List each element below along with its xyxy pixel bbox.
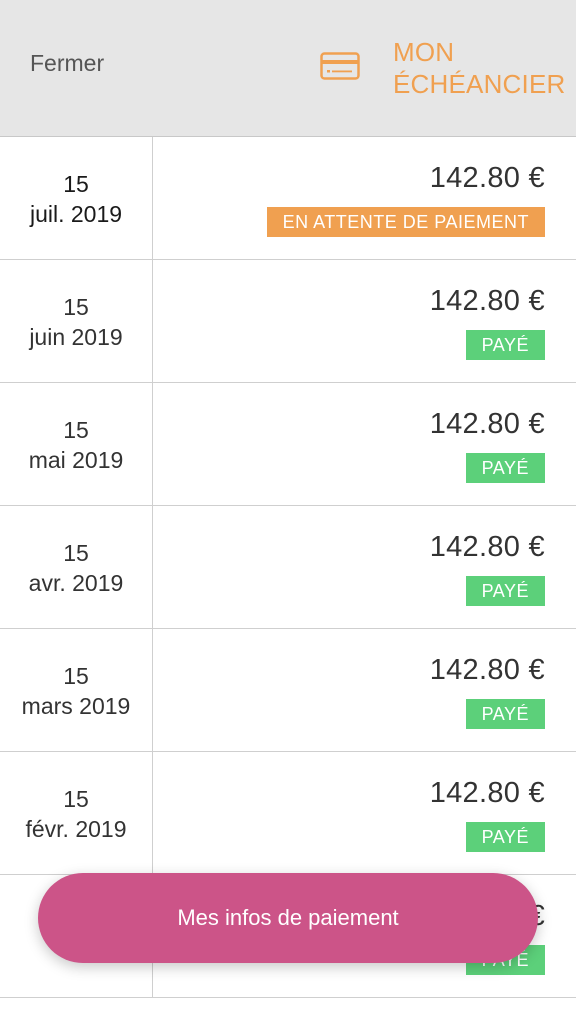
payment-date-month: juil. 2019 <box>29 201 123 227</box>
payment-date-month: févr. 2019 <box>25 816 127 842</box>
payment-amount: 142.80 € <box>429 777 545 809</box>
payment-date-day: 15 <box>63 786 89 812</box>
page-title-line2: ÉCHÉANCIER <box>393 69 566 99</box>
status-badge: PAYÉ <box>465 576 545 606</box>
payment-row[interactable]: 15 févr. 2019 142.80 € PAYÉ <box>0 752 576 875</box>
payment-row[interactable]: 15 juil. 2019 142.80 € EN ATTENTE DE PAIEME… <box>0 137 576 260</box>
payment-date-month: juin 2019 <box>29 324 123 350</box>
payment-amount: 142.80 € <box>429 162 545 194</box>
payment-date-day: 15 <box>63 417 89 443</box>
header-bar: Fermer MON ÉCHÉANCIER <box>0 0 576 137</box>
payment-amount: 142.80 € <box>429 654 545 686</box>
payment-date: 15 avr. 2019 <box>0 506 153 628</box>
payment-date-day: 15 <box>63 540 89 566</box>
payment-date-day: 15 <box>63 663 89 689</box>
payment-date-month: avr. 2019 <box>28 570 124 596</box>
payment-amount: 142.80 € <box>429 408 545 440</box>
payment-info-button[interactable]: Mes infos de paiement <box>38 873 538 963</box>
payment-date: 15 juil. 2019 <box>0 137 153 259</box>
payment-list: 15 juil. 2019 142.80 € EN ATTENTE DE PAIEME… <box>0 137 576 998</box>
status-badge: PAYÉ <box>465 822 545 852</box>
payment-date: 15 juin 2019 <box>0 260 153 382</box>
payment-row[interactable]: 15 mars 2019 142.80 € PAYÉ <box>0 629 576 752</box>
payment-date: 15 mai 2019 <box>0 383 153 505</box>
credit-card-icon <box>320 52 360 80</box>
status-badge: PAYÉ <box>465 453 545 483</box>
status-badge: PAYÉ <box>465 330 545 360</box>
payment-row[interactable]: 15 juin 2019 142.80 € PAYÉ <box>0 260 576 383</box>
status-badge: PAYÉ <box>465 699 545 729</box>
payment-date: 15 mars 2019 <box>0 629 153 751</box>
payment-amount: 142.80 € <box>429 531 545 563</box>
payment-row[interactable]: 15 avr. 2019 142.80 € PAYÉ <box>0 506 576 629</box>
payment-schedule-screen: Fermer MON ÉCHÉANCIER 15 juil. 2019 142.80… <box>0 0 576 1024</box>
page-title-line1: MON <box>393 37 455 67</box>
payment-date-month: mars 2019 <box>21 693 131 719</box>
close-button[interactable]: Fermer <box>30 50 104 77</box>
status-badge: EN ATTENTE DE PAIEMENT <box>266 207 545 237</box>
payment-row[interactable]: 15 mai 2019 142.80 € PAYÉ <box>0 383 576 506</box>
payment-date-month: mai 2019 <box>28 447 124 473</box>
payment-date-day: 15 <box>63 294 89 320</box>
page-title: MON ÉCHÉANCIER <box>393 36 565 100</box>
payment-date-day: 15 <box>63 171 89 197</box>
payment-date: 15 févr. 2019 <box>0 752 153 874</box>
payment-amount: 142.80 € <box>429 285 545 317</box>
